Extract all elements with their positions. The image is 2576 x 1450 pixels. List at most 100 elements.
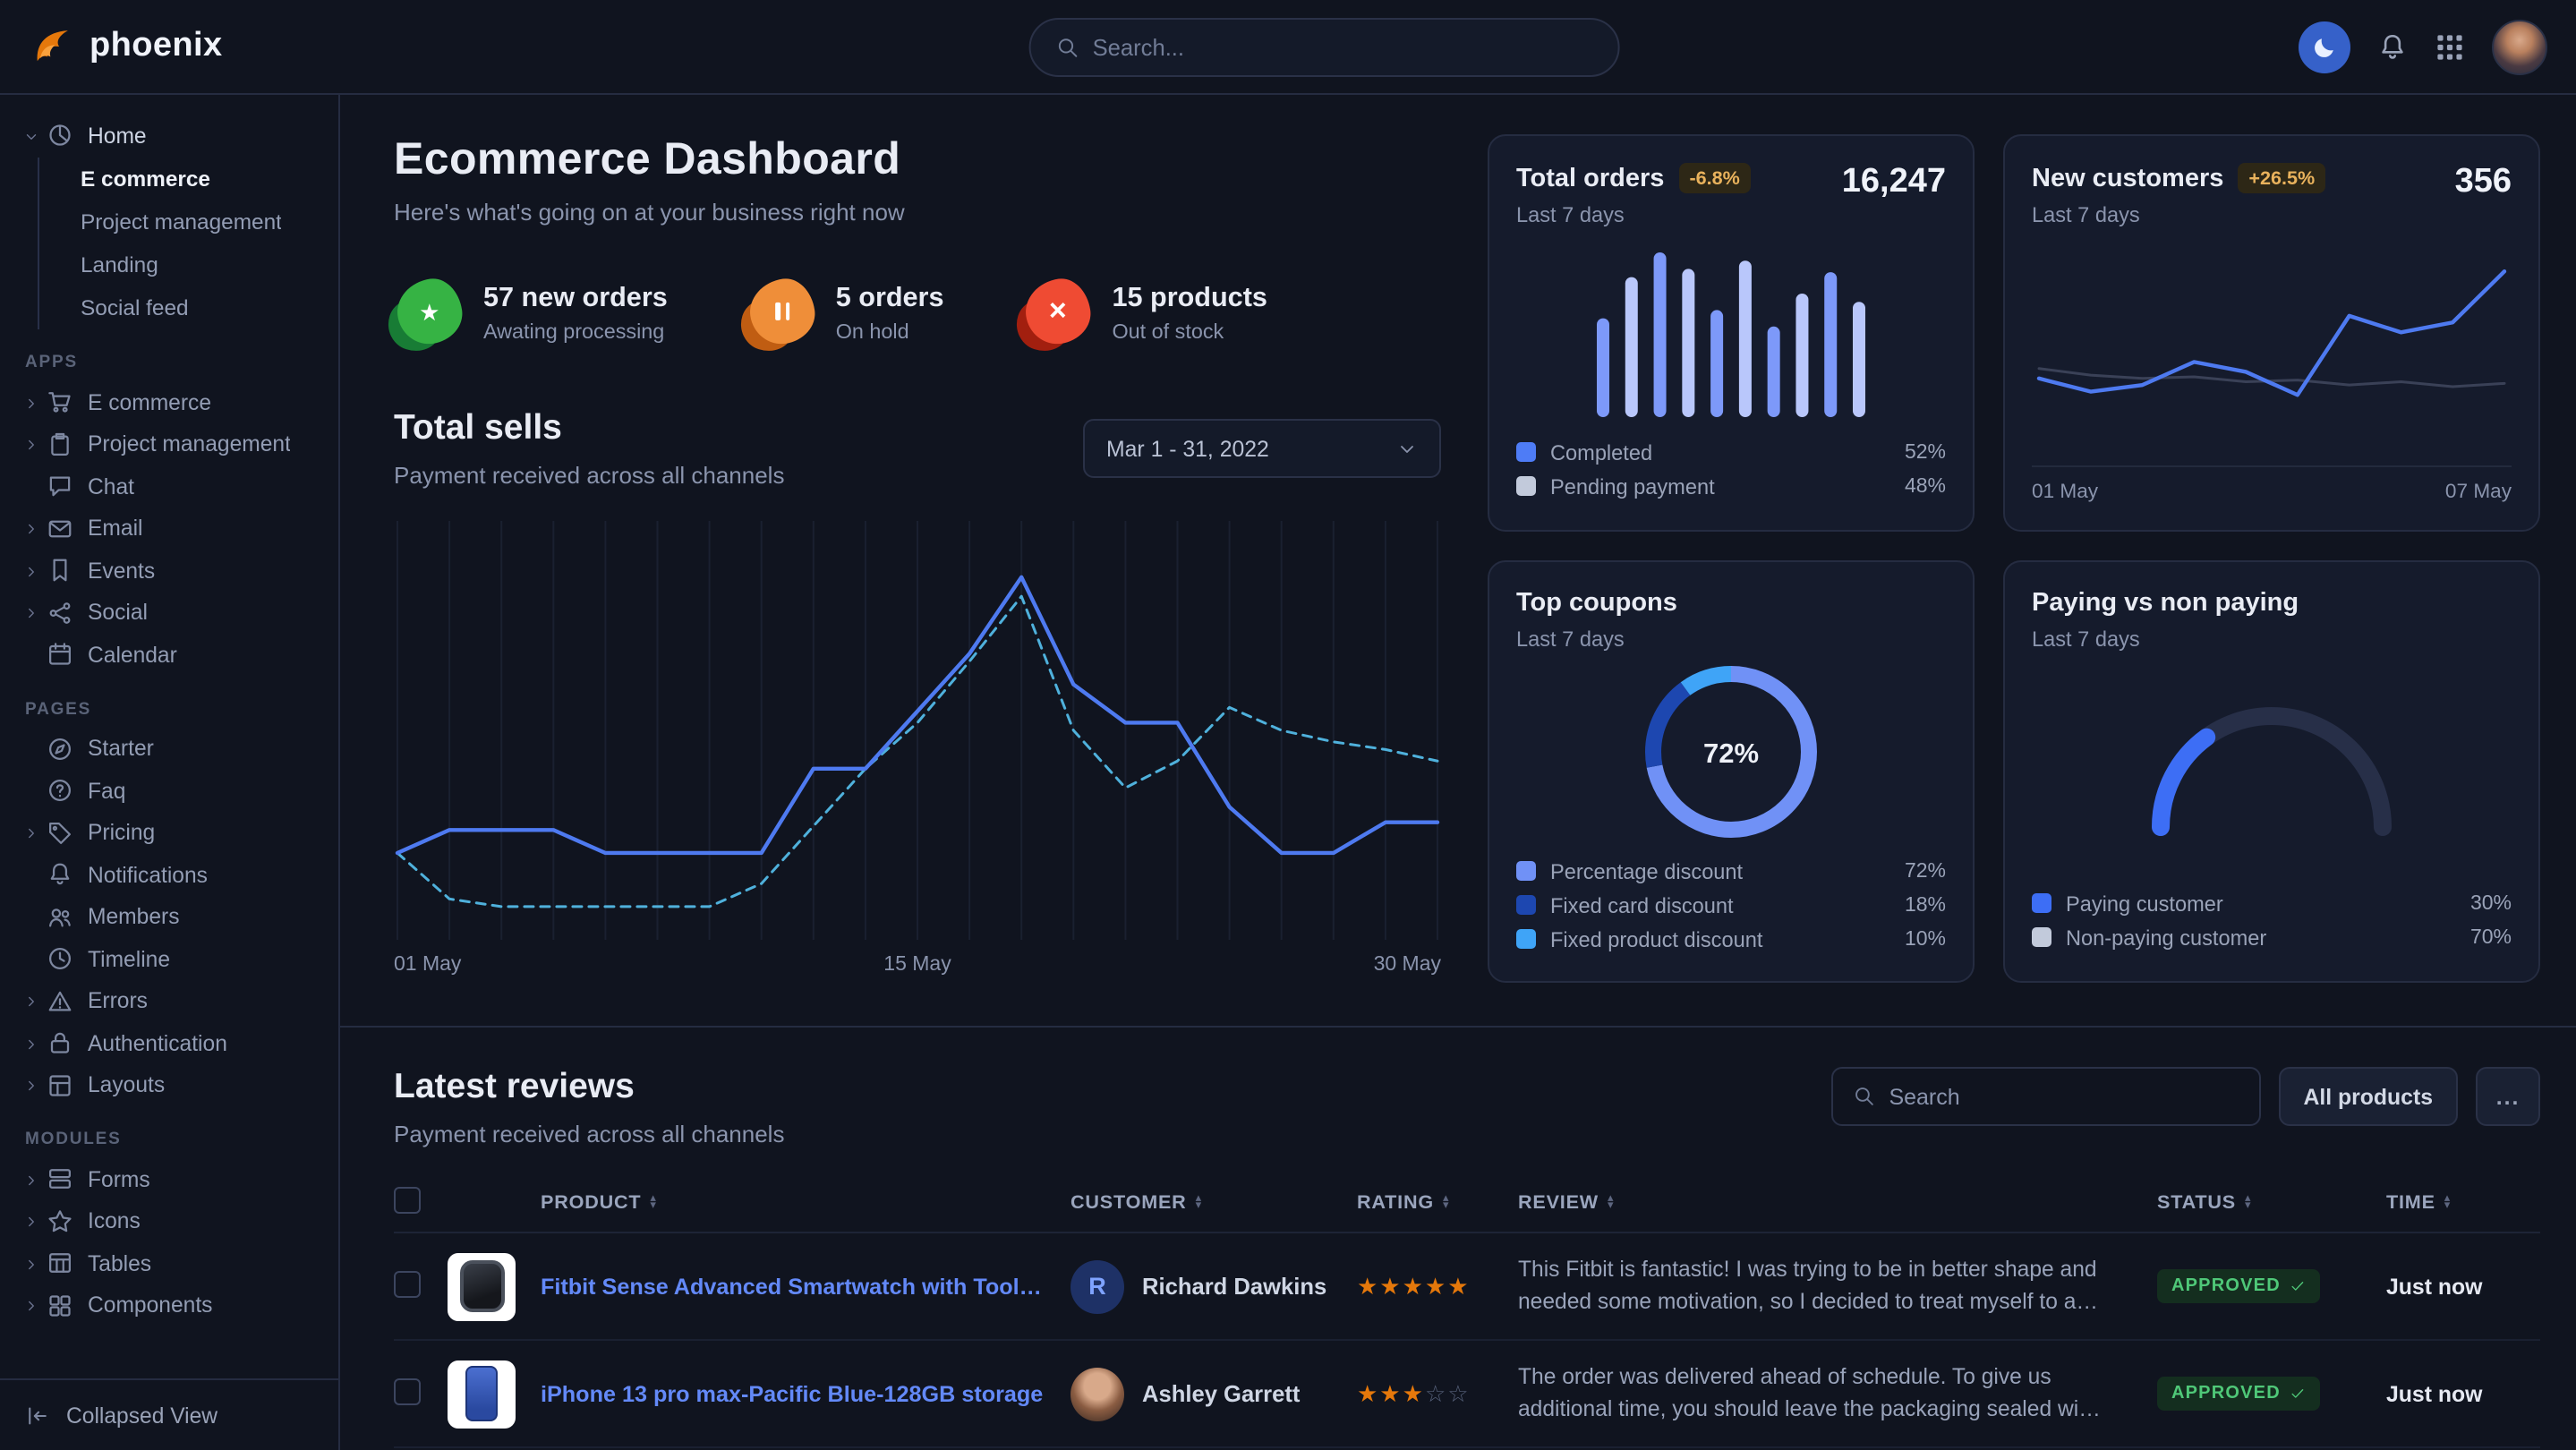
total-orders-chart [1516, 252, 1946, 417]
sidebar-item-label: Icons [88, 1209, 141, 1234]
legend-value: 70% [2470, 926, 2512, 948]
reviews-header: Latest reviews Payment received across a… [394, 1067, 2540, 1147]
collapsed-view-button[interactable]: Collapsed View [0, 1378, 338, 1450]
customer-name: Richard Dawkins [1142, 1273, 1326, 1300]
sidebar-item-layouts[interactable]: Layouts [0, 1064, 338, 1106]
chevron-right-icon [23, 1035, 47, 1053]
clock-icon [47, 946, 73, 973]
sidebar-item-e-commerce[interactable]: E commerce [39, 158, 338, 200]
sidebar-item-calendar[interactable]: Calendar [0, 634, 338, 676]
column-header-product[interactable]: PRODUCT▴▾ [541, 1191, 1070, 1213]
sidebar-item-label: Social [88, 601, 148, 626]
column-header-status[interactable]: STATUS▴▾ [2157, 1191, 2386, 1213]
mail-icon [47, 516, 73, 542]
legend-item-completed: Completed52% [1516, 435, 1946, 469]
sidebar-item-email[interactable]: Email [0, 508, 338, 550]
apps-grid-button[interactable] [2435, 31, 2465, 62]
row-select-cell [394, 1378, 448, 1410]
reviews-search[interactable] [1830, 1067, 2260, 1126]
product-link[interactable]: Fitbit Sense Advanced Smartwatch with To… [541, 1274, 1070, 1299]
chevron-right-icon [23, 436, 47, 454]
sidebar-item-notifications[interactable]: Notifications [0, 854, 338, 896]
xtick: 01 May [2032, 482, 2098, 503]
sidebar-item-timeline[interactable]: Timeline [0, 938, 338, 980]
sidebar-item-social-feed[interactable]: Social feed [39, 286, 338, 329]
more-options-button[interactable]: ... [2476, 1067, 2540, 1126]
column-header-review[interactable]: REVIEW▴▾ [1518, 1191, 2157, 1213]
sidebar-item-project-management[interactable]: Project management [39, 200, 338, 243]
share-icon [47, 600, 73, 627]
sidebar-item-social[interactable]: Social [0, 592, 338, 634]
sidebar-item-errors[interactable]: Errors [0, 980, 338, 1022]
sidebar-item-chat[interactable]: Chat [0, 465, 338, 508]
rating-stars: ★★★☆☆ [1357, 1379, 1518, 1408]
customer-name: Ashley Garrett [1142, 1380, 1300, 1407]
sidebar-section-modules: MODULES [25, 1130, 338, 1149]
theme-toggle-button[interactable] [2299, 21, 2350, 72]
column-header-label: TIME [2386, 1191, 2435, 1213]
rating-stars: ★★★★★ [1357, 1272, 1518, 1301]
legend-swatch [1516, 895, 1536, 915]
sidebar-section-apps: APPS [25, 353, 338, 372]
paying-gauge-chart [2120, 677, 2424, 847]
brand[interactable]: phoenix [29, 23, 337, 70]
global-search-input[interactable] [1093, 33, 1592, 60]
sidebar-item-pricing[interactable]: Pricing [0, 812, 338, 854]
sidebar-item-components[interactable]: Components [0, 1284, 338, 1326]
select-all-checkbox[interactable] [394, 1186, 421, 1213]
total-sells-chart [394, 517, 1441, 943]
chevron-right-icon [23, 1171, 47, 1189]
table-row: iPhone 13 pro max-Pacific Blue-128GB sto… [394, 1341, 2540, 1448]
sidebar-item-label: Email [88, 516, 143, 542]
card-period: Last 7 days [2032, 627, 2512, 652]
sidebar-item-events[interactable]: Events [0, 550, 338, 592]
global-search[interactable] [1028, 17, 1619, 76]
product-cell: iPhone 13 pro max-Pacific Blue-128GB sto… [541, 1381, 1070, 1406]
sidebar-item-e-commerce[interactable]: E commerce [0, 381, 338, 423]
sidebar-item-forms[interactable]: Forms [0, 1158, 338, 1200]
clipboard-icon [47, 431, 73, 458]
legend-item-paying-customer: Paying customer30% [2032, 886, 2512, 920]
product-link[interactable]: iPhone 13 pro max-Pacific Blue-128GB sto… [541, 1381, 1070, 1406]
reviews-title: Latest reviews [394, 1067, 784, 1108]
x-blob-icon: × [1023, 279, 1091, 347]
sidebar-item-faq[interactable]: Faq [0, 770, 338, 812]
product-image [448, 1252, 516, 1320]
row-checkbox[interactable] [394, 1270, 421, 1297]
card-title: Top coupons [1516, 589, 1677, 618]
card-value: 16,247 [1842, 163, 1946, 202]
sidebar-item-project-management[interactable]: Project management [0, 423, 338, 465]
column-header-customer[interactable]: CUSTOMER▴▾ [1070, 1191, 1357, 1213]
total-sells-title: Total sells [394, 408, 784, 449]
total-sells-heading: Total sells Payment received across all … [394, 408, 784, 489]
sidebar-item-home[interactable]: Home [0, 113, 338, 158]
notifications-button[interactable] [2377, 31, 2408, 62]
sidebar-item-members[interactable]: Members [0, 896, 338, 938]
cart-icon [47, 389, 73, 416]
date-range-select[interactable]: Mar 1 - 31, 2022 [1083, 419, 1441, 478]
all-products-button[interactable]: All products [2278, 1067, 2458, 1126]
reviews-table: PRODUCT▴▾CUSTOMER▴▾RATING▴▾REVIEW▴▾STATU… [394, 1173, 2540, 1450]
layout-icon [47, 1072, 73, 1099]
column-header-label: STATUS [2157, 1191, 2236, 1213]
reviews-search-input[interactable] [1889, 1084, 2239, 1109]
reviews-heading: Latest reviews Payment received across a… [394, 1067, 784, 1147]
empty-stars: ☆☆ [1425, 1379, 1471, 1406]
sidebar-item-landing[interactable]: Landing [39, 243, 338, 286]
sidebar-item-label: Landing [81, 252, 158, 277]
review-text: This Fitbit is fantastic! I was trying t… [1518, 1256, 2157, 1318]
row-checkbox[interactable] [394, 1378, 421, 1404]
check-icon [2290, 1386, 2306, 1402]
column-header-time[interactable]: TIME▴▾ [2386, 1191, 2540, 1213]
stat-text: 5 ordersOn hold [836, 283, 944, 344]
user-avatar[interactable] [2492, 19, 2547, 74]
sidebar-item-icons[interactable]: Icons [0, 1200, 338, 1242]
dashboard-top: Ecommerce Dashboard Here's what's going … [394, 134, 2540, 983]
stat-text: 15 productsOut of stock [1113, 283, 1267, 344]
components-icon [47, 1292, 73, 1319]
sidebar-item-tables[interactable]: Tables [0, 1242, 338, 1284]
sidebar-item-authentication[interactable]: Authentication [0, 1022, 338, 1064]
column-header-rating[interactable]: RATING▴▾ [1357, 1191, 1518, 1213]
stat-caption: Out of stock [1113, 320, 1267, 344]
sidebar-item-starter[interactable]: Starter [0, 728, 338, 770]
